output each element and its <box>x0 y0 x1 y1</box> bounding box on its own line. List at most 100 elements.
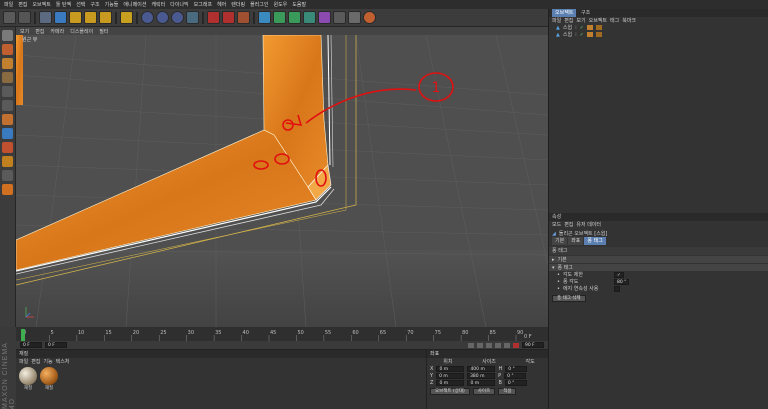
snap-icon[interactable] <box>2 156 13 167</box>
edges-mode-icon[interactable] <box>2 100 13 111</box>
menu-item[interactable]: 편집 <box>18 1 27 8</box>
material-menu-item[interactable]: 편집 <box>31 358 40 365</box>
object-menu-item[interactable]: 보기 <box>576 17 585 24</box>
menu-item[interactable]: 애니메이션 <box>123 1 146 8</box>
size-field[interactable]: 380 m <box>467 372 496 379</box>
play-icon[interactable] <box>486 342 492 348</box>
make-editable-icon[interactable] <box>2 30 13 41</box>
mode-select[interactable]: 오브젝트 (상대) <box>430 388 470 395</box>
menu-item[interactable]: 캐릭터 <box>151 1 165 8</box>
nurbs-icon[interactable] <box>288 11 301 24</box>
phong-subsection[interactable]: ▾ 퐁 태그 <box>549 264 768 271</box>
render-view-icon[interactable] <box>207 11 220 24</box>
visibility-dots-icon[interactable]: ⁞ <box>575 25 577 31</box>
tab-structure[interactable]: 구조 <box>578 9 593 17</box>
menu-item[interactable]: 파일 <box>4 1 13 8</box>
menu-item[interactable]: 도움말 <box>292 1 306 8</box>
menu-item[interactable]: 플러그인 <box>250 1 268 8</box>
menu-item[interactable]: 구조 <box>90 1 99 8</box>
menu-item[interactable]: 오브젝트 <box>32 1 50 8</box>
menu-item[interactable]: 기능들 <box>105 1 119 8</box>
last-frame-icon[interactable] <box>504 342 510 348</box>
move-icon[interactable] <box>69 11 82 24</box>
render-settings-icon[interactable] <box>237 11 250 24</box>
viewport-menu-item[interactable]: 보기 <box>20 28 29 35</box>
material-item[interactable]: 재질 <box>40 367 58 391</box>
spline-icon[interactable] <box>273 11 286 24</box>
playhead[interactable] <box>21 329 25 341</box>
size-select[interactable]: 사이즈 <box>472 388 496 395</box>
sculpt-icon[interactable] <box>2 184 13 195</box>
redo-icon[interactable] <box>18 11 31 24</box>
menu-item[interactable]: 다이나믹 <box>170 1 188 8</box>
add-icon[interactable] <box>120 11 133 24</box>
position-field[interactable]: 0 m <box>436 365 465 372</box>
prev-key-icon[interactable] <box>477 342 483 348</box>
size-field[interactable]: 0 m <box>467 379 496 386</box>
object-list-item[interactable]: ▲ 스윕 ⁞ ✓ <box>553 31 768 38</box>
rotation-field[interactable]: 0 ° <box>504 372 527 379</box>
material-menu-item[interactable]: 기능 <box>43 358 52 365</box>
object-menu-item[interactable]: 오브젝트 <box>589 17 607 24</box>
attribute-menu-item[interactable]: 편집 <box>564 221 573 228</box>
light-icon[interactable] <box>363 11 376 24</box>
tab-phong[interactable]: 퐁 태그 <box>584 236 606 245</box>
material-tag-icon[interactable] <box>595 25 602 30</box>
viewport-menu-item[interactable]: 카메라 <box>50 28 64 35</box>
first-frame-icon[interactable] <box>468 342 474 348</box>
array-icon[interactable] <box>303 11 316 24</box>
tab-coordinates[interactable]: 좌표 <box>568 236 584 245</box>
property-value[interactable]: ✓ <box>613 271 624 278</box>
rotation-field[interactable]: 0 ° <box>505 365 528 372</box>
position-field[interactable]: 0 m <box>436 379 465 386</box>
grid-icon[interactable] <box>2 170 13 181</box>
end-frame-field[interactable]: 90 F <box>522 342 544 348</box>
object-list-item[interactable]: ▲ 스윕 ⁞ ✓ <box>553 24 768 31</box>
viewport-menu-item[interactable]: 필터 <box>99 28 108 35</box>
property-value[interactable]: 80 ° <box>613 278 630 285</box>
menu-item[interactable]: 모그래프 <box>194 1 212 8</box>
basic-subsection[interactable]: ▸ 기본 <box>549 256 768 263</box>
timeline[interactable]: 0510152025303540455055606570758085900 F <box>16 327 548 341</box>
attribute-menu-item[interactable]: 유저 데이터 <box>576 221 601 228</box>
scale-icon[interactable] <box>84 11 97 24</box>
model-mode-icon[interactable] <box>2 44 13 55</box>
object-menu-item[interactable]: 파일 <box>552 17 561 24</box>
material-menu-item[interactable]: 텍스처 <box>56 358 70 365</box>
size-field[interactable]: 400 m <box>467 365 496 372</box>
workplane-icon[interactable] <box>2 72 13 83</box>
points-mode-icon[interactable] <box>2 86 13 97</box>
deformer-icon[interactable] <box>318 11 331 24</box>
property-value[interactable] <box>613 285 620 292</box>
tweak-icon[interactable] <box>2 142 13 153</box>
object-menu-item[interactable]: 편집 <box>564 17 573 24</box>
check-icon[interactable]: ✓ <box>580 25 584 31</box>
z-axis-icon[interactable] <box>171 11 184 24</box>
x-axis-icon[interactable] <box>141 11 154 24</box>
current-frame-field[interactable]: 0 F <box>45 342 67 348</box>
y-axis-icon[interactable] <box>156 11 169 24</box>
camera-icon[interactable] <box>348 11 361 24</box>
viewport-menu-item[interactable]: 디스플레이 <box>70 28 93 35</box>
material-tag-icon[interactable] <box>595 32 602 37</box>
material-menu-item[interactable]: 파일 <box>19 358 28 365</box>
visibility-dots-icon[interactable]: ⁞ <box>575 32 577 38</box>
start-frame-field[interactable]: 0 F <box>20 342 42 348</box>
viewport[interactable]: 1 원근 뷰 <box>16 35 548 327</box>
apply-button[interactable]: 적용 <box>498 388 517 395</box>
rotate-icon[interactable] <box>99 11 112 24</box>
tab-basic[interactable]: 기본 <box>552 236 568 245</box>
record-icon[interactable] <box>513 342 519 348</box>
texture-mode-icon[interactable] <box>2 58 13 69</box>
undo-icon[interactable] <box>3 11 16 24</box>
attribute-menu-item[interactable]: 모드 <box>552 221 561 228</box>
enable-axis-icon[interactable] <box>2 128 13 139</box>
material-item[interactable]: 재질 <box>19 367 37 391</box>
tag-icon[interactable] <box>586 25 593 30</box>
menu-item[interactable]: 툴 탄젝 <box>56 1 71 8</box>
coordinate-system-icon[interactable] <box>186 11 199 24</box>
menu-item[interactable]: 선택 <box>76 1 85 8</box>
tag-icon[interactable] <box>586 32 593 37</box>
menu-item[interactable]: 렌더링 <box>231 1 245 8</box>
tab-objects[interactable]: 오브젝트 <box>552 9 577 17</box>
